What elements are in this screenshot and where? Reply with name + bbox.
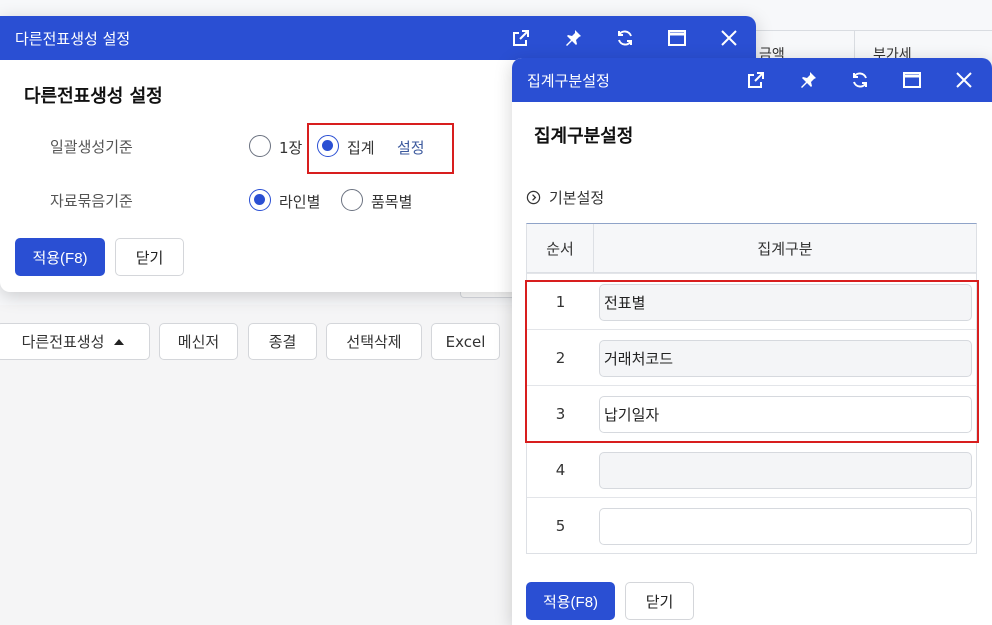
pin-icon[interactable] — [561, 26, 585, 50]
close-icon[interactable] — [952, 68, 976, 92]
caret-up-icon — [114, 338, 125, 345]
aggregate-settings-link[interactable]: 설정 — [397, 137, 425, 158]
aggregate-group-settings-dialog: 집계구분설정 집계구분설정 기본설정 순서 집계구분 1 전표별 2 거래처코드… — [512, 58, 992, 625]
dialog-heading: 다른전표생성 설정 — [24, 86, 163, 107]
dialog-heading: 집계구분설정 — [534, 126, 634, 147]
row-number: 4 — [555, 461, 566, 479]
chevron-circle-right-icon — [526, 190, 541, 205]
table-row: 5 — [527, 497, 976, 553]
radio-single-sheet-label: 1장 — [279, 139, 303, 157]
aggregate-group-field[interactable] — [599, 508, 972, 545]
table-row: 3 납기일자 — [527, 385, 976, 441]
basic-settings-section-toggle[interactable]: 기본설정 — [526, 187, 604, 208]
dialog-title: 다른전표생성 설정 — [15, 30, 131, 48]
basic-settings-label: 기본설정 — [549, 189, 605, 207]
radio-per-line[interactable] — [249, 189, 271, 211]
close-deal-button[interactable]: 종결 — [248, 323, 317, 360]
refresh-icon[interactable] — [613, 26, 637, 50]
bulk-create-basis-label: 일괄생성기준 — [50, 138, 133, 156]
column-header-aggregate-group: 집계구분 — [757, 240, 813, 258]
radio-aggregate-label: 집계 — [347, 139, 375, 157]
delete-selected-button[interactable]: 선택삭제 — [326, 323, 422, 360]
other-slip-create-button[interactable]: 다른전표생성 — [0, 323, 150, 360]
radio-per-item[interactable] — [341, 189, 363, 211]
messenger-label: 메신저 — [177, 333, 220, 351]
close-button[interactable]: 닫기 — [115, 238, 184, 276]
maximize-icon[interactable] — [665, 26, 689, 50]
delete-selected-label: 선택삭제 — [346, 333, 402, 351]
other-slip-create-label: 다른전표생성 — [21, 333, 105, 351]
apply-button[interactable]: 적용(F8) — [15, 238, 105, 276]
excel-label: Excel — [445, 332, 486, 351]
external-link-icon[interactable] — [509, 26, 533, 50]
radio-aggregate[interactable] — [317, 135, 339, 157]
maximize-icon[interactable] — [900, 68, 924, 92]
column-header-order: 순서 — [527, 224, 594, 273]
radio-per-line-label: 라인별 — [279, 193, 321, 211]
grid-header: 순서 집계구분 — [527, 224, 976, 273]
dialog-title: 집계구분설정 — [527, 72, 610, 90]
aggregate-group-field[interactable]: 전표별 — [599, 284, 972, 321]
aggregate-group-field[interactable]: 납기일자 — [599, 396, 972, 433]
data-grouping-basis-label: 자료묶음기준 — [50, 192, 133, 210]
pin-icon[interactable] — [796, 68, 820, 92]
close-deal-label: 종결 — [268, 333, 297, 351]
excel-button[interactable]: Excel — [431, 323, 500, 360]
other-slip-settings-titlebar: 다른전표생성 설정 — [0, 16, 756, 60]
apply-button[interactable]: 적용(F8) — [526, 582, 615, 620]
radio-single-sheet[interactable] — [249, 135, 271, 157]
close-icon[interactable] — [717, 26, 741, 50]
external-link-icon[interactable] — [744, 68, 768, 92]
aggregate-group-field[interactable] — [599, 452, 972, 489]
row-number: 2 — [555, 349, 566, 367]
aggregate-group-settings-titlebar: 집계구분설정 — [512, 58, 992, 102]
table-row: 1 전표별 — [527, 273, 976, 329]
aggregate-group-grid: 순서 집계구분 1 전표별 2 거래처코드 3 납기일자 4 5 — [526, 223, 977, 554]
close-button[interactable]: 닫기 — [625, 582, 694, 620]
row-number: 1 — [555, 293, 566, 311]
refresh-icon[interactable] — [848, 68, 872, 92]
radio-per-item-label: 품목별 — [371, 193, 413, 211]
aggregate-group-field[interactable]: 거래처코드 — [599, 340, 972, 377]
table-row: 2 거래처코드 — [527, 329, 976, 385]
messenger-button[interactable]: 메신저 — [159, 323, 238, 360]
row-number: 3 — [555, 405, 566, 423]
row-number: 5 — [555, 517, 566, 535]
table-row: 4 — [527, 441, 976, 497]
